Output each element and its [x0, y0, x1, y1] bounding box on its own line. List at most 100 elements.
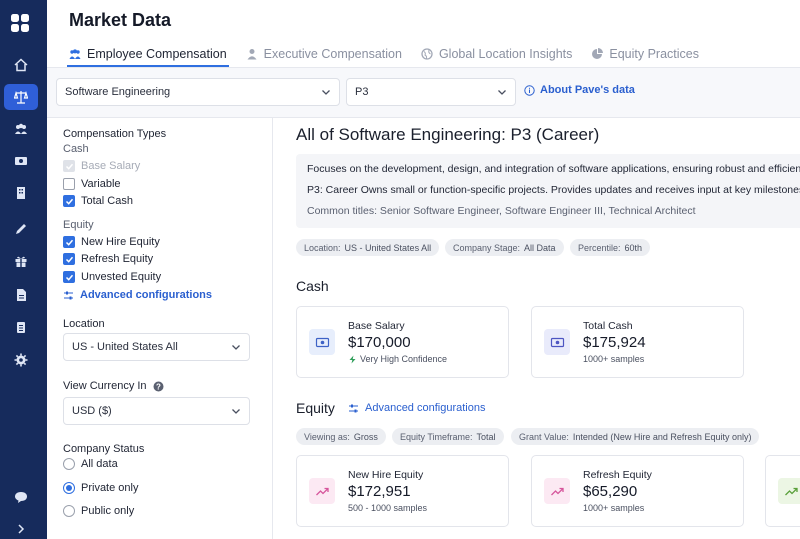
header: Market Data Employee Compensation Execut… [47, 0, 800, 68]
chip-key: Company Stage: [453, 242, 521, 253]
checkbox[interactable] [63, 160, 75, 172]
card-base-salary: Base Salary $170,000 Very High Confidenc… [296, 306, 509, 378]
advanced-label: Advanced configurations [80, 289, 213, 301]
card-total-cash: Total Cash $175,924 1000+ samples [531, 306, 744, 378]
sliders-icon [64, 291, 73, 299]
chip-company-stage[interactable]: Company Stage: All Data [445, 239, 564, 256]
location-value: US - United States All [72, 341, 178, 353]
about-data-link[interactable]: About Pave's data [524, 84, 635, 96]
location-select[interactable]: US - United States All [63, 333, 250, 361]
card-new-hire-equity: New Hire Equity $172,951 500 - 1000 samp… [296, 455, 509, 527]
home-icon [14, 58, 28, 72]
checkbox[interactable] [63, 236, 75, 248]
tab-label: Equity Practices [609, 47, 699, 61]
advanced-configurations-link[interactable]: Advanced configurations [63, 289, 212, 301]
nav-offers[interactable] [4, 148, 38, 174]
level-description: P3: Career Owns small or function-specif… [307, 184, 800, 196]
advanced-label: Advanced configurations [365, 402, 486, 414]
checkbox-variable[interactable]: Variable [63, 178, 121, 190]
job-title: All of Software Engineering: P3 (Career) [296, 125, 600, 144]
level-select[interactable]: P3 [346, 78, 516, 106]
scale-icon [14, 90, 28, 104]
help-icon[interactable]: ? [153, 381, 164, 392]
info-icon [524, 84, 535, 96]
chevron-down-icon [232, 345, 240, 350]
chip-viewing-as[interactable]: Viewing as: Gross [296, 428, 386, 445]
radio[interactable] [63, 505, 75, 517]
page-title: Market Data [69, 10, 172, 30]
nav-documents[interactable] [4, 282, 38, 308]
card-sub: Very High Confidence [348, 354, 447, 364]
left-nav [0, 0, 47, 539]
money-icon [309, 329, 335, 355]
equity-heading: Equity [63, 219, 94, 231]
description-text: Focuses on the development, design, and … [307, 163, 800, 175]
chip-equity-timeframe[interactable]: Equity Timeframe: Total [392, 428, 504, 445]
checkbox-base-salary[interactable]: Base Salary [63, 160, 140, 172]
tab-bar: Employee Compensation Executive Compensa… [67, 42, 718, 67]
checkbox-label: Base Salary [81, 160, 141, 172]
checkbox-label: New Hire Equity [81, 236, 160, 248]
card-value: $172,951 [348, 483, 411, 500]
chip-location[interactable]: Location: US - United States All [296, 239, 440, 256]
nav-chat[interactable] [4, 484, 38, 510]
checkbox-new-hire-equity[interactable]: New Hire Equity [63, 236, 160, 248]
checkbox[interactable] [63, 271, 75, 283]
chip-key: Percentile: [578, 242, 621, 253]
currency-select[interactable]: USD ($) [63, 397, 250, 425]
gear-icon [14, 353, 28, 367]
checkbox-total-cash[interactable]: Total Cash [63, 195, 133, 207]
nav-edit[interactable] [4, 216, 38, 242]
chip-value: Intended (New Hire and Refresh Equity on… [572, 431, 752, 442]
radio[interactable] [63, 482, 75, 494]
checkbox[interactable] [63, 253, 75, 265]
tab-label: Global Location Insights [438, 47, 573, 61]
nav-expand[interactable] [4, 516, 38, 539]
chip-percentile[interactable]: Percentile: 60th [570, 239, 651, 256]
radio-private-only[interactable]: Private only [63, 482, 138, 494]
checkbox[interactable] [63, 195, 75, 207]
chevron-down-icon [498, 90, 506, 95]
tab-label: Employee Compensation [87, 47, 227, 61]
filter-bar: Software Engineering P3 About Pave's dat… [47, 68, 800, 118]
tab-equity-practices[interactable]: Equity Practices [591, 42, 699, 66]
radio-label: Private only [81, 482, 139, 494]
nav-settings[interactable] [4, 347, 38, 373]
checkbox-refresh-equity[interactable]: Refresh Equity [63, 253, 153, 265]
currency-value: USD ($) [72, 405, 112, 417]
card-value: $175,924 [583, 334, 646, 351]
nav-people[interactable] [4, 116, 38, 142]
nav-home[interactable] [4, 52, 38, 78]
tab-executive-compensation[interactable]: Executive Compensation [246, 42, 402, 66]
chip-value: Gross [353, 431, 378, 442]
chip-key: Grant Value: [519, 431, 569, 442]
chip-grant-value[interactable]: Grant Value: Intended (New Hire and Refre… [511, 428, 760, 445]
check-icon [65, 198, 73, 205]
equity-advanced-configurations-link[interactable]: Advanced configurations [348, 402, 485, 414]
app-logo-icon[interactable] [11, 14, 29, 32]
money-icon [544, 329, 570, 355]
nav-reports[interactable] [4, 314, 38, 340]
trend-up-icon [544, 478, 570, 504]
sliders-icon [349, 404, 358, 412]
tab-employee-compensation[interactable]: Employee Compensation [67, 42, 229, 67]
pie-chart-icon [592, 48, 604, 59]
checkbox-unvested-equity[interactable]: Unvested Equity [63, 271, 161, 283]
nav-rewards[interactable] [4, 248, 38, 274]
radio[interactable] [63, 458, 75, 470]
radio-public-only[interactable]: Public only [63, 505, 134, 517]
equity-section-heading: Equity [296, 400, 335, 416]
nav-market-data[interactable] [4, 84, 38, 110]
money-icon [15, 157, 27, 165]
card-label: Total Cash [583, 320, 633, 332]
job-family-select[interactable]: Software Engineering [56, 78, 340, 106]
radio-all-data[interactable]: All data [63, 458, 118, 470]
tab-global-location-insights[interactable]: Global Location Insights [421, 42, 572, 66]
trend-up-icon [778, 478, 800, 504]
checkbox-label: Unvested Equity [81, 271, 162, 283]
card-sub: 500 - 1000 samples [348, 503, 428, 513]
card-sub: 1000+ samples [583, 503, 645, 513]
chip-value: All Data [524, 242, 556, 253]
nav-company[interactable] [4, 180, 38, 206]
checkbox[interactable] [63, 178, 75, 190]
